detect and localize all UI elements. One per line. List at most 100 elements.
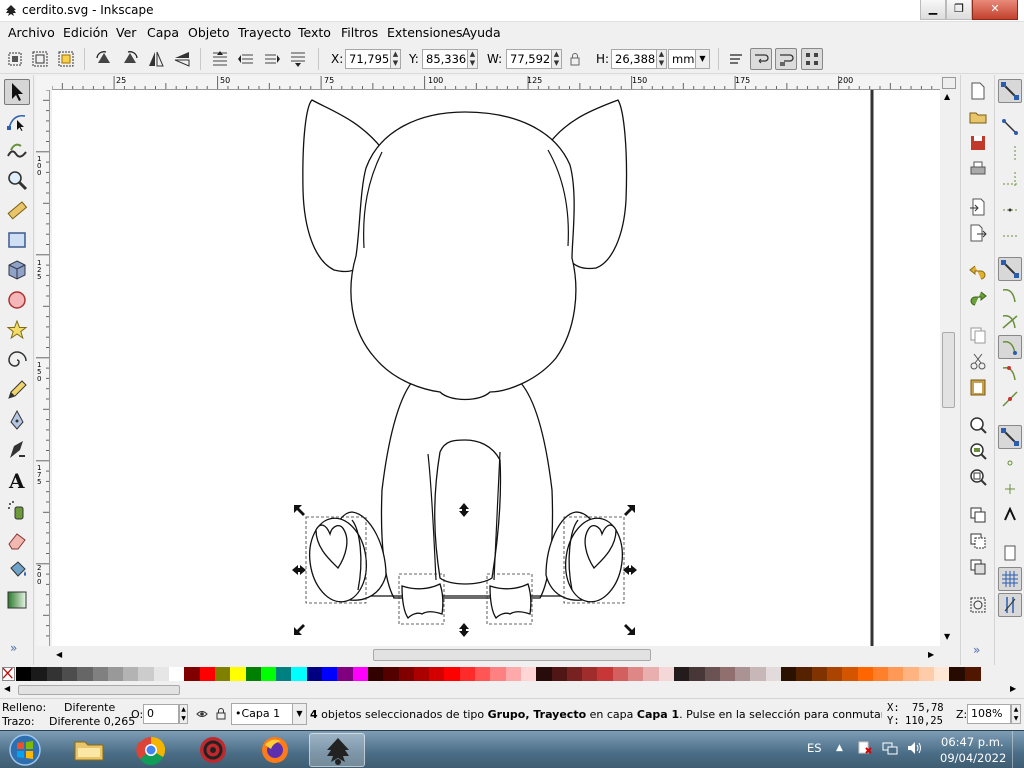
scale-corners-icon[interactable] [750, 48, 772, 70]
eye-icon[interactable] [196, 708, 208, 720]
color-swatch[interactable] [735, 667, 752, 681]
layer-select[interactable]: •Capa 1 ▼ [231, 703, 307, 725]
snap-line-midpoints-icon[interactable] [998, 387, 1022, 411]
star-tool-icon[interactable] [4, 317, 30, 343]
palette-scrollbar[interactable]: ◀ ▶ [0, 683, 1024, 697]
clock-date[interactable]: 09/04/2022 [940, 751, 1006, 765]
color-swatch[interactable] [306, 667, 323, 681]
paint-bucket-tool-icon[interactable] [4, 557, 30, 583]
opacity-input[interactable]: 0 [143, 704, 179, 724]
y-spinner[interactable]: ▲ ▼ [467, 49, 478, 69]
snap-center-icon[interactable] [998, 219, 1022, 243]
color-swatch[interactable] [46, 667, 63, 681]
flip-vertical-icon[interactable] [171, 48, 193, 70]
color-swatch[interactable] [245, 667, 262, 681]
show-hidden-icons-icon[interactable]: ▲ [836, 743, 843, 753]
unlink-clone-icon[interactable] [966, 555, 990, 579]
x-spinner[interactable]: ▲ ▼ [390, 49, 401, 69]
redo-icon[interactable] [966, 285, 990, 309]
resize-handle-sw[interactable] [294, 624, 305, 635]
color-swatch[interactable] [31, 667, 48, 681]
color-swatch[interactable] [505, 667, 522, 681]
start-button[interactable] [5, 733, 45, 767]
network-icon[interactable] [882, 741, 898, 755]
raise-to-top-icon[interactable] [209, 48, 231, 70]
color-swatch[interactable] [582, 667, 599, 681]
zoom-spinner[interactable]: ▲ ▼ [1011, 704, 1021, 724]
transform-gradients-icon[interactable] [775, 48, 797, 70]
color-swatch[interactable] [750, 667, 767, 681]
color-swatch[interactable] [77, 667, 94, 681]
menu-trayecto[interactable]: Trayecto [238, 25, 291, 40]
zoom-drawing-icon[interactable] [966, 439, 990, 463]
color-swatch[interactable] [413, 667, 430, 681]
color-swatch[interactable] [612, 667, 629, 681]
horizontal-scrollbar[interactable]: ◀ ▶ [52, 646, 940, 664]
snap-others-icon[interactable] [998, 425, 1022, 449]
scroll-left-icon[interactable]: ◀ [56, 650, 62, 659]
color-swatch[interactable] [826, 667, 843, 681]
export-icon[interactable] [966, 221, 990, 245]
vertical-scrollbar[interactable]: ▲ ▼ [940, 76, 958, 646]
close-button[interactable]: ✕ [972, 0, 1018, 20]
resize-handle-ne[interactable] [624, 505, 635, 516]
color-swatch[interactable] [123, 667, 140, 681]
scroll-right-icon[interactable]: ▶ [928, 650, 934, 659]
layer-lock-icon[interactable] [216, 708, 226, 720]
snap-bbox-corners-icon[interactable] [998, 167, 1022, 191]
color-swatch[interactable] [184, 667, 201, 681]
color-swatch[interactable] [964, 667, 981, 681]
color-swatch[interactable] [230, 667, 247, 681]
color-swatch[interactable] [520, 667, 537, 681]
snap-grid-icon[interactable] [998, 567, 1022, 591]
palette-scroll-thumb[interactable] [18, 685, 180, 695]
w-spinner[interactable]: ▲ ▼ [551, 49, 562, 69]
taskbar-firefox[interactable] [247, 733, 303, 767]
pen-tool-icon[interactable] [4, 407, 30, 433]
color-swatch[interactable] [536, 667, 553, 681]
color-swatch[interactable] [459, 667, 476, 681]
raise-icon[interactable] [235, 48, 257, 70]
snap-intersections-icon[interactable] [998, 309, 1022, 333]
rotate-cw-icon[interactable] [119, 48, 141, 70]
color-swatch[interactable] [291, 667, 308, 681]
duplicate-icon[interactable] [966, 503, 990, 527]
language-indicator[interactable]: ES [807, 741, 822, 755]
scale-handle-right[interactable] [623, 565, 637, 575]
h-spinner[interactable]: ▲ ▼ [656, 49, 667, 69]
color-swatch[interactable] [475, 667, 491, 681]
color-swatch[interactable] [673, 667, 690, 681]
deselect-icon[interactable] [55, 48, 77, 70]
menu-capa[interactable]: Capa [147, 25, 179, 40]
color-swatch[interactable] [383, 667, 400, 681]
clock-time[interactable]: 06:47 p.m. [941, 735, 1004, 749]
color-swatch[interactable] [842, 667, 859, 681]
paste-icon[interactable] [966, 375, 990, 399]
palette-scroll-right-icon[interactable]: ▶ [1010, 684, 1016, 693]
menu-ayuda[interactable]: Ayuda [462, 25, 501, 40]
color-swatch[interactable] [566, 667, 583, 681]
scale-handle-left[interactable] [292, 565, 306, 575]
scroll-down-icon[interactable]: ▼ [944, 632, 950, 641]
h-input[interactable]: 26,388 [611, 49, 657, 69]
lock-icon[interactable] [569, 52, 581, 66]
color-swatch[interactable] [490, 667, 507, 681]
zoom-tool-icon[interactable] [4, 167, 30, 193]
color-swatch[interactable] [934, 667, 950, 681]
color-swatch[interactable] [551, 667, 568, 681]
rotate-ccw-icon[interactable] [93, 48, 115, 70]
snap-nodes-icon[interactable] [998, 257, 1022, 281]
lower-icon[interactable] [261, 48, 283, 70]
ellipse-tool-icon[interactable] [4, 287, 30, 313]
lower-to-bottom-icon[interactable] [287, 48, 309, 70]
eraser-tool-icon[interactable] [4, 527, 30, 553]
color-swatch[interactable] [597, 667, 614, 681]
zoom-input[interactable]: 108% [967, 704, 1011, 724]
unit-select[interactable]: mm ▼ [668, 49, 710, 69]
palette-scroll-left-icon[interactable]: ◀ [4, 684, 10, 693]
color-swatch[interactable] [107, 667, 124, 681]
vertical-scroll-thumb[interactable] [942, 332, 955, 408]
snap-object-center-icon[interactable] [998, 451, 1022, 475]
zoom-page-icon[interactable] [966, 465, 990, 489]
undo-icon[interactable] [966, 259, 990, 283]
